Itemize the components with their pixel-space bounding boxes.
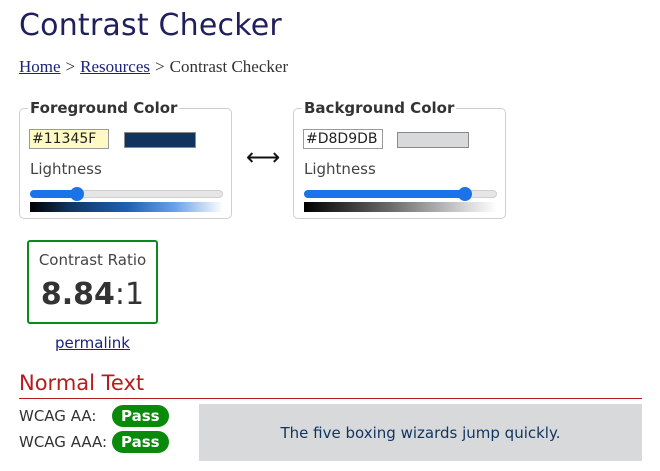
contrast-ratio-label: Contrast Ratio xyxy=(38,251,147,269)
background-color-panel: Background Color #D8D9DB Lightness xyxy=(293,99,506,219)
breadcrumb-separator: > xyxy=(155,57,165,76)
normal-text-heading: Normal Text xyxy=(19,371,145,395)
breadcrumb-current: Contrast Checker xyxy=(169,57,289,76)
wcag-aaa-pass-badge: Pass xyxy=(112,431,169,453)
section-divider xyxy=(19,398,642,399)
background-lightness-label: Lightness xyxy=(304,160,376,178)
foreground-color-swatch[interactable] xyxy=(124,132,196,148)
foreground-color-legend: Foreground Color xyxy=(28,99,180,117)
breadcrumb: Home > Resources > Contrast Checker xyxy=(19,57,288,77)
foreground-lightness-label: Lightness xyxy=(30,160,102,178)
foreground-lightness-slider[interactable] xyxy=(30,187,223,201)
contrast-ratio-value: 8.84:1 xyxy=(29,277,156,312)
breadcrumb-home-link[interactable]: Home xyxy=(19,57,61,76)
contrast-ratio-suffix: :1 xyxy=(114,277,145,312)
page-title: Contrast Checker xyxy=(19,8,282,43)
wcag-aaa-label: WCAG AAA: xyxy=(19,433,108,451)
foreground-hex-input[interactable]: #11345F xyxy=(29,129,109,149)
background-color-legend: Background Color xyxy=(302,99,457,117)
background-lightness-slider[interactable] xyxy=(304,187,497,201)
contrast-ratio-box: Contrast Ratio 8.84:1 xyxy=(27,240,158,324)
breadcrumb-separator: > xyxy=(65,57,76,76)
slider-thumb[interactable] xyxy=(69,187,84,201)
contrast-ratio-number: 8.84 xyxy=(40,277,115,312)
background-hex-input[interactable]: #D8D9DB xyxy=(303,129,383,149)
breadcrumb-resources-link[interactable]: Resources xyxy=(80,57,150,76)
wcag-aa-label: WCAG AA: xyxy=(19,407,97,425)
slider-thumb[interactable] xyxy=(458,187,473,201)
normal-text-preview: The five boxing wizards jump quickly. xyxy=(199,404,642,461)
slider-fill xyxy=(30,190,76,198)
wcag-aa-pass-badge: Pass xyxy=(112,405,169,427)
background-color-swatch[interactable] xyxy=(397,132,469,148)
swap-colors-icon[interactable]: ⟷ xyxy=(246,145,280,169)
foreground-lightness-gradient xyxy=(30,202,223,212)
background-lightness-gradient xyxy=(304,202,497,212)
slider-fill xyxy=(304,190,465,198)
foreground-color-panel: Foreground Color #11345F Lightness xyxy=(19,99,232,219)
permalink-link[interactable]: permalink xyxy=(55,334,130,352)
